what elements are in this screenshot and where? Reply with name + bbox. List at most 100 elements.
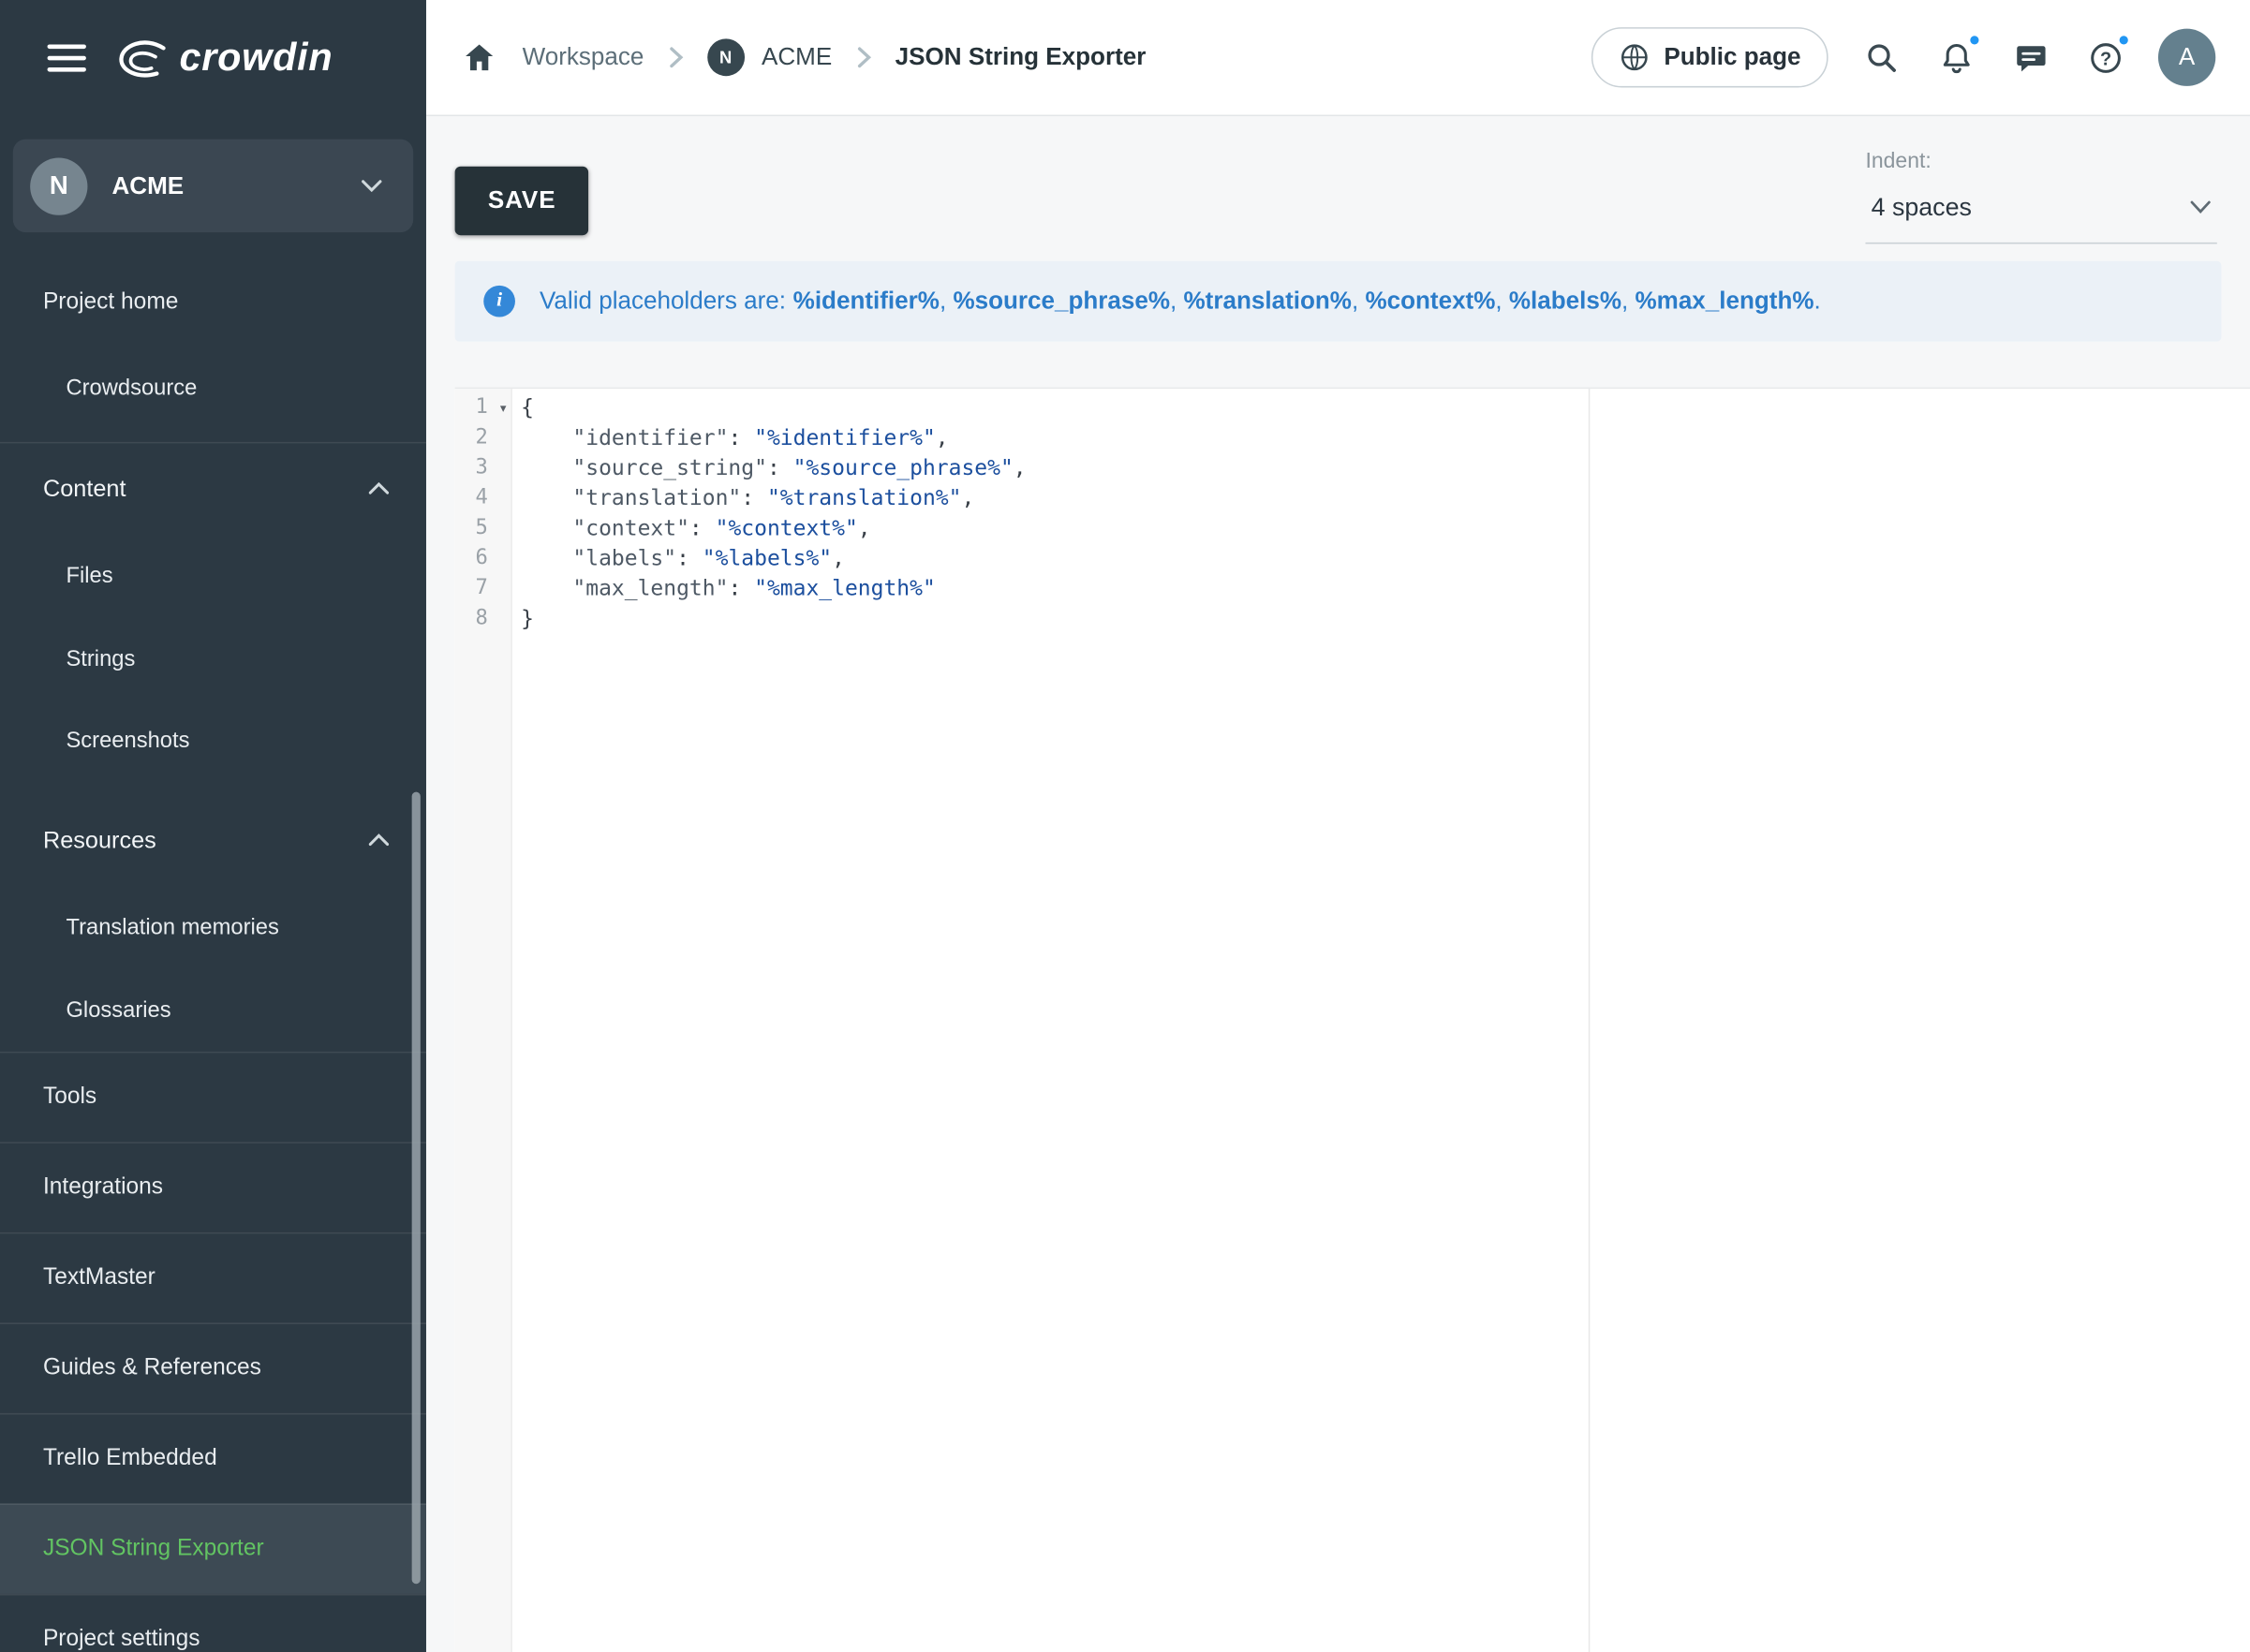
token-value: "%source_phrase%" (793, 455, 1014, 481)
code-editor[interactable]: 1▾2345678 { "identifier": "%identifier%"… (455, 388, 2250, 1652)
sidebar-item-label: Project home (43, 289, 178, 314)
chevron-up-icon (369, 833, 389, 847)
project-avatar: N (707, 38, 745, 76)
code-line[interactable]: { (521, 393, 2250, 423)
code-line[interactable]: "labels": "%labels%", (521, 544, 2250, 574)
indent-control: Indent: 4 spaces (1865, 149, 2216, 243)
editor-gutter: 1▾2345678 (455, 389, 512, 1652)
sidebar-item-strings[interactable]: Strings (0, 617, 426, 700)
sidebar-item-screenshots[interactable]: Screenshots (0, 701, 426, 783)
breadcrumb-workspace[interactable]: Workspace (523, 43, 644, 72)
token-punct: , (832, 545, 845, 571)
token-value: "%context%" (716, 515, 858, 541)
line-number: 6 (455, 544, 511, 574)
placeholder-token: %identifier% (793, 287, 940, 314)
token-value: "%identifier%" (754, 424, 936, 450)
sidebar-item-label: Crowdsource (66, 376, 197, 400)
sidebar-item-label: Glossaries (66, 997, 170, 1022)
sidebar-nav: Project home Crowdsource Content FilesStrin… (0, 250, 426, 1652)
workspace-selector[interactable]: N ACME (13, 140, 413, 233)
placeholder-token: %translation% (1184, 287, 1352, 314)
token-key: "max_length" (572, 575, 728, 601)
token-key: "context" (572, 515, 689, 541)
info-banner-text: Valid placeholders are:%identifier%, %so… (540, 287, 1821, 316)
line-number: 2 (455, 423, 511, 453)
sidebar-item-label: Tools (43, 1084, 96, 1109)
workspace-avatar: N (30, 157, 87, 214)
token-ws (521, 485, 572, 511)
sidebar-item-label: Trello Embedded (43, 1446, 217, 1470)
notification-dot (2117, 33, 2131, 47)
editor-code[interactable]: { "identifier": "%identifier%", "source_… (512, 389, 2250, 1652)
chevron-down-icon (362, 179, 381, 192)
sidebar-item-label: Translation memories (66, 915, 278, 939)
crowdin-logo-icon (118, 38, 167, 79)
sidebar-scrollbar[interactable] (412, 792, 421, 1585)
token-punct: { (521, 394, 534, 420)
sidebar-item-project-home[interactable]: Project home (0, 258, 426, 347)
placeholder-token: %max_length% (1636, 287, 1814, 314)
token-key: "labels" (572, 545, 676, 571)
sidebar-item-label: Content (43, 477, 126, 500)
breadcrumb-project[interactable]: N ACME (707, 38, 832, 76)
sidebar-item-files[interactable]: Files (0, 535, 426, 617)
code-line[interactable]: "translation": "%translation%", (521, 483, 2250, 513)
messages-icon[interactable] (2009, 36, 2052, 79)
public-page-label: Public page (1664, 43, 1800, 72)
indent-select[interactable]: 4 spaces (1865, 179, 2216, 243)
token-punct: : (728, 575, 754, 601)
info-icon: i (483, 286, 515, 317)
sidebar-item-content[interactable]: Content (0, 441, 426, 535)
placeholder-token: %labels% (1509, 287, 1621, 314)
fold-toggle-icon[interactable]: ▾ (498, 393, 508, 423)
token-ws (521, 575, 572, 601)
sidebar-item-translation-memories[interactable]: Translation memories (0, 887, 426, 969)
topbar: Workspace N ACME JSON String Exporter (426, 0, 2250, 116)
code-line[interactable]: } (521, 604, 2250, 634)
save-button[interactable]: SAVE (455, 167, 589, 236)
sidebar-item-guides-references[interactable]: Guides & References (0, 1322, 426, 1413)
code-line[interactable]: "identifier": "%identifier%", (521, 423, 2250, 453)
indent-label: Indent: (1865, 149, 2216, 173)
sidebar-item-json-string-exporter[interactable]: JSON String Exporter (0, 1503, 426, 1594)
sidebar-item-glossaries[interactable]: Glossaries (0, 969, 426, 1052)
chevron-right-icon (853, 44, 873, 70)
sidebar-item-integrations[interactable]: Integrations (0, 1142, 426, 1232)
home-icon[interactable] (458, 36, 501, 79)
code-line[interactable]: "context": "%context%", (521, 513, 2250, 543)
page-content: SAVE Indent: 4 spaces i Valid placeholde… (426, 116, 2250, 1652)
sidebar-item-project-settings[interactable]: Project settings (0, 1594, 426, 1652)
crowdin-logo[interactable]: crowdin (118, 36, 333, 80)
token-value: "%translation%" (767, 485, 962, 511)
crowdin-logo-text: crowdin (179, 36, 333, 80)
svg-text:?: ? (2099, 49, 2110, 69)
public-page-button[interactable]: Public page (1591, 27, 1828, 87)
chevron-down-icon (2190, 200, 2212, 214)
token-punct: } (521, 605, 534, 631)
token-punct: , (936, 424, 949, 450)
code-line[interactable]: "source_string": "%source_phrase%", (521, 453, 2250, 483)
search-icon[interactable] (1859, 36, 1902, 79)
indent-select-value: 4 spaces (1872, 192, 1972, 222)
breadcrumb-current-page: JSON String Exporter (896, 43, 1147, 72)
sidebar-item-resources[interactable]: Resources (0, 794, 426, 887)
notifications-bell-icon[interactable] (1934, 36, 1977, 79)
app-window: crowdin N ACME Project home Crowdsource Co… (0, 0, 2250, 1652)
toolbar: SAVE Indent: 4 spaces (426, 116, 2250, 243)
help-icon[interactable]: ? (2083, 36, 2126, 79)
user-avatar[interactable]: A (2158, 29, 2215, 86)
token-key: "identifier" (572, 424, 728, 450)
info-banner-prefix: Valid placeholders are: (540, 287, 786, 314)
token-key: "source_string" (572, 455, 767, 481)
sidebar-item-trello-embedded[interactable]: Trello Embedded (0, 1413, 426, 1504)
code-line[interactable]: "max_length": "%max_length%" (521, 574, 2250, 604)
token-punct: , (961, 485, 974, 511)
token-ws (521, 515, 572, 541)
sidebar-item-tools[interactable]: Tools (0, 1052, 426, 1143)
editor-ruler (1589, 389, 1591, 1652)
sidebar-item-crowdsource[interactable]: Crowdsource (0, 347, 426, 430)
menu-icon[interactable] (48, 44, 86, 71)
sidebar: crowdin N ACME Project home Crowdsource Co… (0, 0, 426, 1652)
sidebar-item-textmaster[interactable]: TextMaster (0, 1232, 426, 1323)
token-punct: , (858, 515, 871, 541)
